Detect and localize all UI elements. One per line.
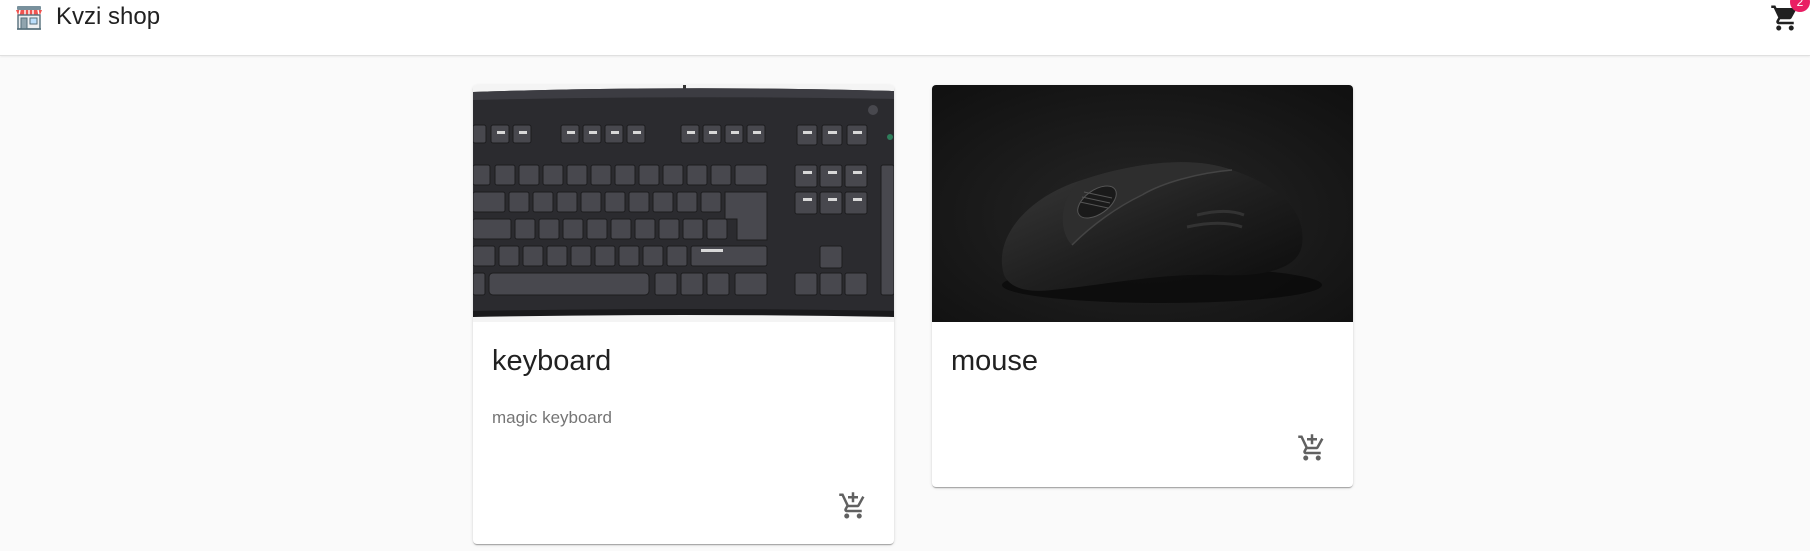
product-card-keyboard[interactable]: keyboard magic keyboard	[473, 85, 894, 544]
app-bar: Kvzi shop 2	[0, 0, 1810, 56]
app-title: Kvzi shop	[56, 3, 161, 30]
store-icon[interactable]	[13, 1, 45, 33]
keyboard-photo[interactable]	[473, 85, 894, 322]
add-to-cart-button[interactable]	[838, 491, 868, 521]
product-card-mouse[interactable]: mouse	[932, 85, 1353, 487]
add-shopping-cart-icon	[839, 492, 865, 519]
product-description: magic keyboard	[492, 408, 613, 427]
add-shopping-cart-icon	[1298, 434, 1324, 461]
add-to-cart-button[interactable]	[1297, 433, 1327, 463]
product-title: mouse	[951, 345, 1039, 377]
product-title: keyboard	[492, 345, 612, 377]
mouse-photo[interactable]	[932, 85, 1353, 322]
